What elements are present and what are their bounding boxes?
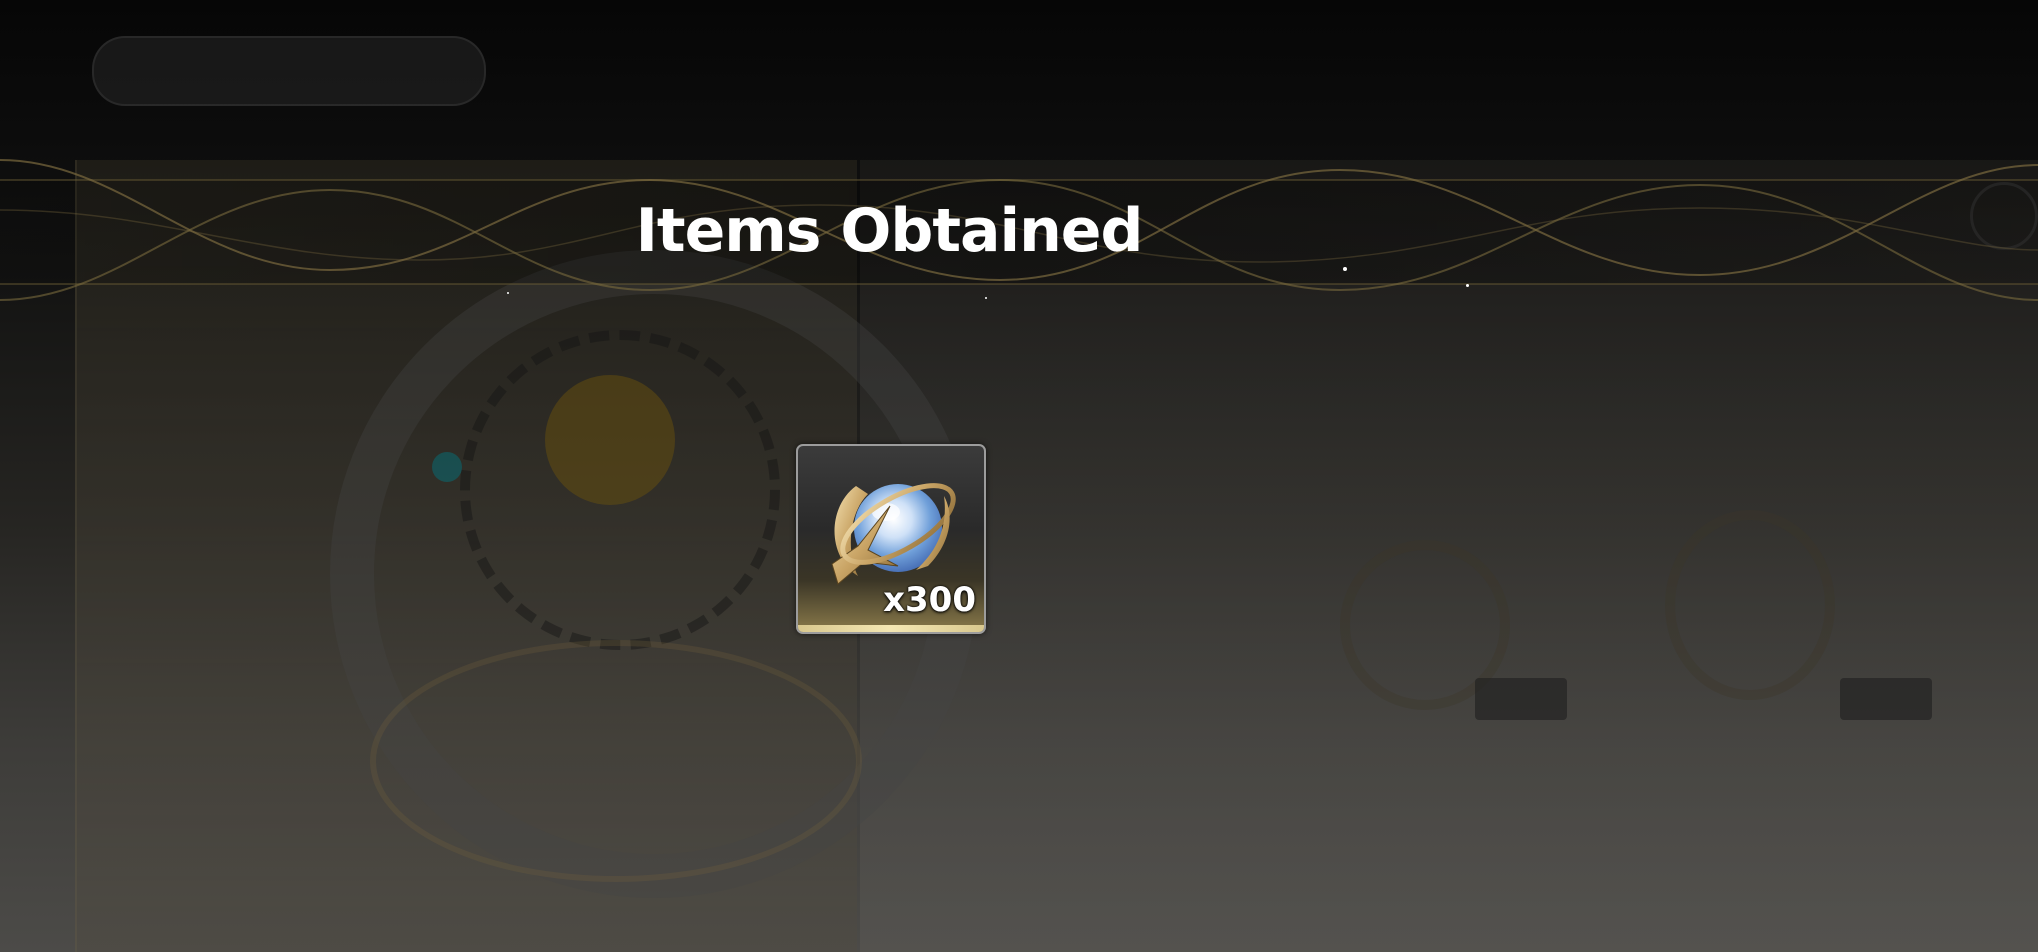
sparkle: [1343, 267, 1347, 271]
background-badge: [1840, 678, 1932, 720]
dimmed-background: [0, 0, 2038, 952]
background-badge: [1475, 678, 1567, 720]
background-icon: [1665, 510, 1835, 700]
sparkle: [507, 292, 509, 294]
dialog-title: Items Obtained: [635, 196, 1144, 266]
sparkle: [985, 297, 987, 299]
item-rarity-bar: [798, 625, 984, 632]
background-dot: [432, 452, 462, 482]
background-core: [545, 375, 675, 505]
background-tab-pill: [92, 36, 486, 106]
background-orbit: [370, 640, 862, 882]
obtained-item-card[interactable]: x300: [796, 444, 986, 634]
item-quantity: x300: [883, 580, 976, 620]
sparkle: [1466, 284, 1469, 287]
